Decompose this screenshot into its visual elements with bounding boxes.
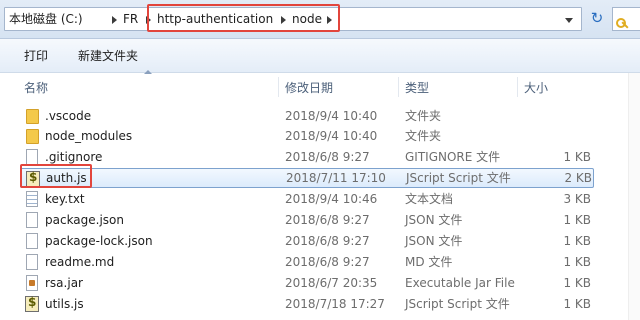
list-item[interactable]: package.json 2018/6/8 9:27 JSON 文件 1 KB (20, 210, 594, 230)
folder-icon (26, 129, 39, 144)
crumb-separator-icon[interactable] (112, 16, 117, 24)
list-item-selected[interactable]: auth.js 2018/7/11 17:10 JScript Script 文… (20, 168, 594, 188)
path-highlight-box (147, 4, 340, 32)
vertical-scrollbar[interactable] (628, 73, 640, 320)
list-item[interactable]: rsa.jar 2018/6/7 20:35 Executable Jar Fi… (20, 273, 594, 293)
column-header: 名称 修改日期 类型 大小 (0, 70, 640, 99)
file-highlight-box (20, 164, 92, 188)
new-folder-button[interactable]: 新建文件夹 (78, 48, 138, 64)
search-input[interactable] (612, 7, 640, 31)
jscript-icon (25, 295, 39, 312)
file-icon (26, 233, 38, 249)
column-size[interactable]: 大小 (524, 79, 548, 96)
list-item[interactable]: .gitignore 2018/6/8 9:27 GITIGNORE 文件 1 … (20, 147, 594, 167)
list-item[interactable]: .vscode 2018/9/4 10:40 文件夹 (20, 106, 594, 126)
sort-ascending-icon (144, 70, 152, 74)
list-item[interactable]: readme.md 2018/6/8 9:27 MD 文件 1 KB (20, 252, 594, 272)
file-icon (26, 212, 38, 228)
crumb-drive[interactable]: 本地磁盘 (C:) (9, 11, 83, 27)
crumb-fr[interactable]: FR (123, 11, 138, 27)
address-bar: 本地磁盘 (C:) FR http-authentication node ↻ (0, 0, 640, 39)
list-item[interactable]: key.txt 2018/9/4 10:46 文本文档 3 KB (20, 189, 594, 209)
list-item[interactable]: node_modules 2018/9/4 10:40 文件夹 (20, 126, 594, 146)
command-bar: 打印 新建文件夹 (0, 39, 640, 73)
address-dropdown-icon[interactable] (565, 18, 573, 23)
jar-icon (26, 275, 38, 291)
column-type[interactable]: 类型 (405, 79, 429, 96)
list-item[interactable]: package-lock.json 2018/6/8 9:27 JSON 文件 … (20, 231, 594, 251)
list-item[interactable]: utils.js 2018/7/18 17:27 JScript Script … (20, 294, 594, 314)
column-date[interactable]: 修改日期 (285, 79, 333, 96)
text-file-icon (26, 191, 38, 207)
file-icon (26, 254, 38, 270)
refresh-icon[interactable]: ↻ (588, 9, 606, 27)
column-name[interactable]: 名称 (24, 79, 48, 96)
print-button[interactable]: 打印 (24, 48, 48, 64)
folder-icon (26, 109, 39, 124)
file-icon (26, 149, 38, 165)
